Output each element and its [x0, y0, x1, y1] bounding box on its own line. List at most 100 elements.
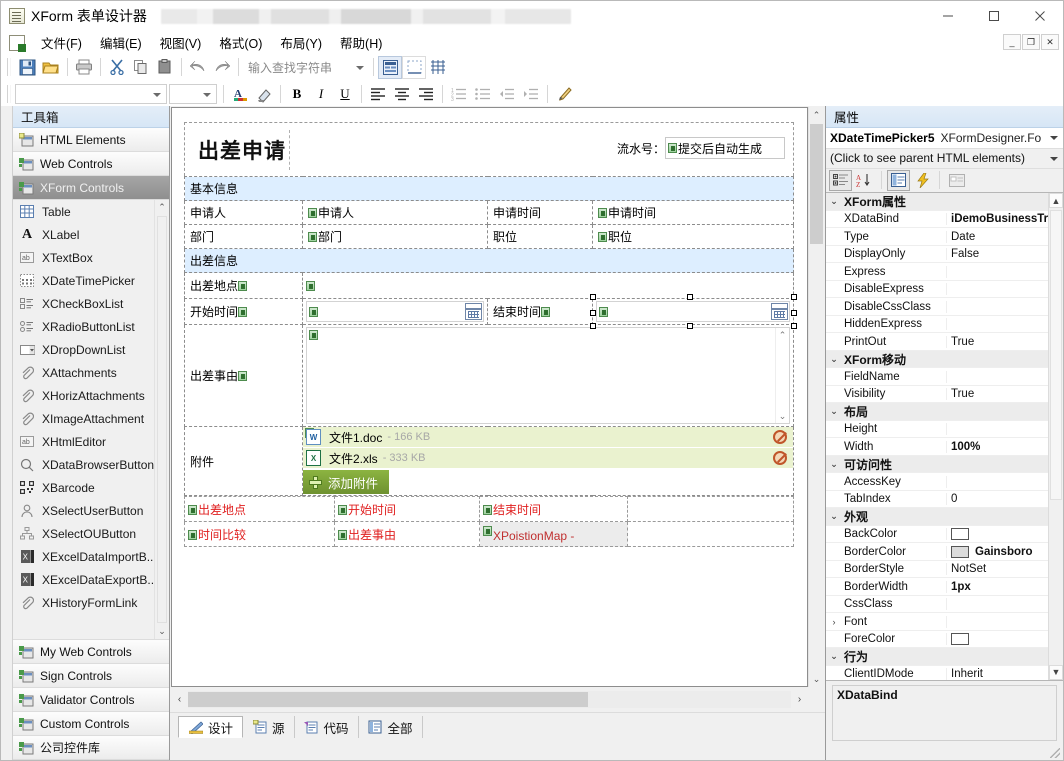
align-right-icon[interactable] — [414, 83, 438, 106]
trip-end-datepicker[interactable] — [596, 301, 790, 322]
redo-icon[interactable] — [210, 56, 234, 79]
chevron-right-icon[interactable]: › — [826, 617, 842, 627]
scroll-right-icon[interactable]: › — [791, 691, 808, 708]
bold-icon[interactable]: B — [285, 83, 309, 106]
property-row-express[interactable]: Express — [826, 263, 1063, 281]
property-value[interactable]: Date — [947, 231, 1063, 243]
menu-help[interactable]: 帮助(H) — [331, 31, 391, 54]
canvas-vertical-scrollbar[interactable]: ⌃ ⌄ — [808, 107, 824, 687]
toolbox-item-xlabel[interactable]: A XLabel — [13, 223, 169, 246]
menu-layout[interactable]: 布局(Y) — [271, 31, 331, 54]
add-attachment-button[interactable]: 添加附件 — [303, 470, 389, 494]
property-row-cssclass[interactable]: CssClass — [826, 596, 1063, 614]
field-trip-place[interactable] — [303, 273, 794, 299]
toolbox-item-xselectoubutton[interactable]: XSelectOUButton — [13, 522, 169, 545]
property-value[interactable]: 100% — [947, 441, 1063, 453]
alphabetical-icon[interactable]: AZ — [853, 170, 876, 191]
hidden-control-empty[interactable] — [628, 497, 794, 522]
serial-number-field[interactable]: 提交后自动生成 — [665, 137, 785, 159]
calendar-icon[interactable] — [771, 303, 788, 320]
attachment-item[interactable]: W 文件1.doc - 166 KB — [303, 427, 793, 448]
font-family-select[interactable] — [15, 84, 167, 104]
canvas-horizontal-scrollbar[interactable]: ‹ › — [171, 691, 808, 708]
font-size-select[interactable] — [169, 84, 217, 104]
toolbox-item-ximageattachment[interactable]: XImageAttachment — [13, 407, 169, 430]
chevron-down-icon[interactable]: ⌄ — [826, 459, 842, 470]
mdi-minimize-button[interactable]: _ — [1003, 34, 1021, 50]
chevron-down-icon[interactable] — [1050, 136, 1058, 140]
chevron-down-icon[interactable] — [153, 93, 161, 97]
categorized-icon[interactable] — [829, 170, 852, 191]
undo-icon[interactable] — [186, 56, 210, 79]
property-group-accessibility[interactable]: ⌄ 可访问性 — [826, 456, 1063, 474]
property-row-accesskey[interactable]: AccessKey — [826, 473, 1063, 491]
menu-format[interactable]: 格式(O) — [210, 31, 271, 54]
hidden-control-trip-place[interactable]: 出差地点 — [185, 497, 335, 522]
chevron-down-icon[interactable] — [356, 66, 364, 70]
attachment-item[interactable]: X 文件2.xls - 333 KB — [303, 448, 793, 469]
hidden-control-position-map[interactable]: XPoistionMap - — [480, 522, 628, 547]
property-row-disablecssclass[interactable]: DisableCssClass — [826, 298, 1063, 316]
property-pages-icon[interactable] — [945, 170, 968, 191]
properties-parent-select[interactable]: (Click to see parent HTML elements) — [826, 149, 1063, 169]
align-left-icon[interactable] — [366, 83, 390, 106]
tab-source[interactable]: 源 — [243, 716, 295, 738]
toolbox-item-table[interactable]: Table — [13, 200, 169, 223]
chevron-down-icon[interactable]: ⌄ — [826, 651, 842, 662]
property-row-visibility[interactable]: Visibility True — [826, 386, 1063, 404]
edge-tab-5[interactable]: tB — [1, 311, 13, 320]
edge-tab-3[interactable]: n — [1, 236, 13, 241]
property-group-appearance[interactable]: ⌄ 外观 — [826, 508, 1063, 526]
property-row-hiddenexpress[interactable]: HiddenExpress — [826, 316, 1063, 334]
toolbox-category-sign-controls[interactable]: Sign Controls — [13, 664, 169, 688]
property-value[interactable]: NotSet — [947, 563, 1063, 575]
toolbox-category-xform-controls[interactable]: XForm Controls — [13, 176, 169, 200]
toolbox-item-xattachments[interactable]: XAttachments — [13, 361, 169, 384]
property-row-forecolor[interactable]: ForeColor — [826, 631, 1063, 649]
toolbox-item-xhistoryformlink[interactable]: XHistoryFormLink — [13, 591, 169, 614]
selection-handle-n[interactable] — [687, 294, 693, 300]
remove-attachment-icon[interactable] — [773, 451, 787, 465]
property-row-borderwidth[interactable]: BorderWidth 1px — [826, 578, 1063, 596]
chevron-down-icon[interactable]: ⌄ — [826, 196, 842, 207]
property-group-xform-mobile[interactable]: ⌄ XForm移动 — [826, 351, 1063, 369]
property-value[interactable]: True — [947, 388, 1063, 400]
textarea-scrollbar[interactable]: ⌃ ⌄ — [775, 328, 789, 423]
property-row-font[interactable]: › Font — [826, 613, 1063, 631]
property-row-printout[interactable]: PrintOut True — [826, 333, 1063, 351]
toolbox-item-xcheckboxlist[interactable]: XCheckBoxList — [13, 292, 169, 315]
property-value[interactable]: 0 — [947, 493, 1063, 505]
property-value[interactable]: iDemoBusinessTrip — [947, 213, 1063, 225]
toolbox-category-html-elements[interactable]: HTML Elements — [13, 128, 169, 152]
font-color-icon[interactable]: A — [228, 83, 252, 106]
tab-code[interactable]: 代码 — [295, 716, 359, 738]
hidden-control-end-time[interactable]: 结束时间 — [480, 497, 628, 522]
edge-tab-6[interactable]: s — [1, 376, 13, 381]
toolbox-item-xtextbox[interactable]: ab XTextBox — [13, 246, 169, 269]
properties-scrollbar[interactable]: ▲ ▼ — [1048, 193, 1063, 679]
toolbox-item-xdatetimepicker[interactable]: XDateTimePicker — [13, 269, 169, 292]
minimize-button[interactable] — [925, 1, 971, 31]
tab-all[interactable]: 全部 — [359, 716, 423, 738]
toolbox-category-web-controls[interactable]: Web Controls — [13, 152, 169, 176]
scroll-down-icon[interactable]: ▼ — [1049, 665, 1063, 680]
selection-handle-s[interactable] — [687, 323, 693, 329]
toolbox-item-xhtmleditor[interactable]: ab XHtmlEditor — [13, 430, 169, 453]
format-painter-icon[interactable] — [552, 83, 576, 106]
properties-object-select[interactable]: XDateTimePicker5 XFormDesigner.Fo — [826, 128, 1063, 149]
tab-design[interactable]: 设计 — [178, 716, 243, 738]
toolbox-category-custom-controls[interactable]: Custom Controls — [13, 712, 169, 736]
hidden-control-start-time[interactable]: 开始时间 — [335, 497, 480, 522]
field-trip-end[interactable] — [593, 299, 794, 325]
align-center-icon[interactable] — [390, 83, 414, 106]
trip-start-datepicker[interactable] — [306, 301, 484, 322]
toolbox-item-xselectuserbutton[interactable]: XSelectUserButton — [13, 499, 169, 522]
property-group-xform[interactable]: ⌄ XForm属性 — [826, 193, 1063, 211]
indent-icon[interactable] — [519, 83, 543, 106]
mdi-close-button[interactable]: ✕ — [1041, 34, 1059, 50]
field-apply-time[interactable]: 申请时间 — [593, 201, 794, 225]
property-value[interactable]: Inherit — [947, 668, 1063, 680]
field-position[interactable]: 职位 — [593, 225, 794, 249]
edge-tab-9[interactable]: x — [1, 596, 13, 601]
field-department[interactable]: 部门 — [303, 225, 488, 249]
